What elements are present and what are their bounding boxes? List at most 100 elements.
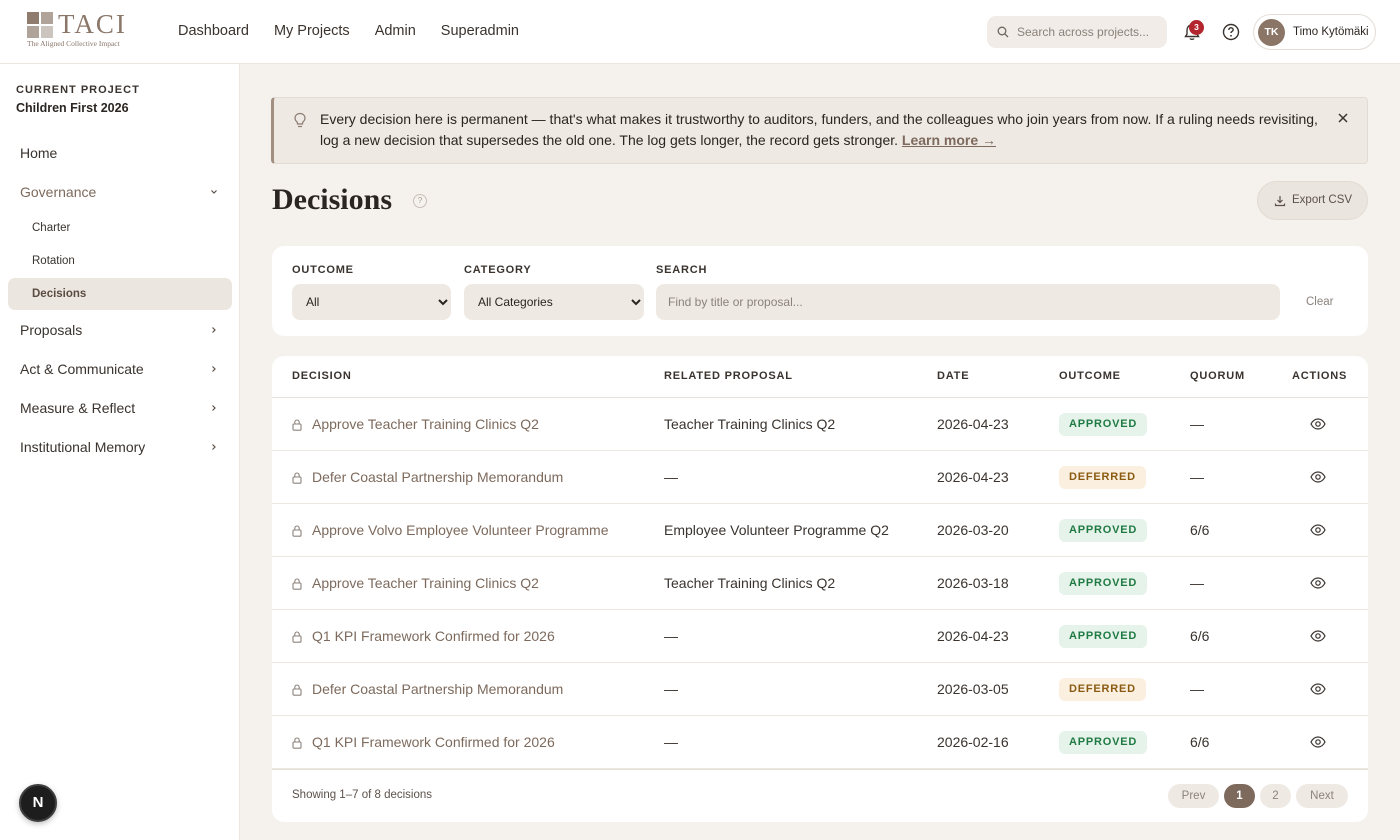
view-eye-icon[interactable] bbox=[1310, 683, 1326, 695]
decision-title-link[interactable]: Q1 KPI Framework Confirmed for 2026 bbox=[312, 734, 555, 750]
view-eye-icon[interactable] bbox=[1310, 471, 1326, 483]
chevron-right-icon[interactable] bbox=[210, 326, 218, 334]
lock-icon bbox=[292, 737, 302, 749]
col-header-actions: ACTIONS bbox=[1292, 370, 1348, 382]
col-header-outcome[interactable]: OUTCOME bbox=[1059, 370, 1121, 382]
taci-logo[interactable]: TACI The Aligned Collective Impact bbox=[27, 9, 137, 51]
outcome-badge: DEFERRED bbox=[1059, 466, 1146, 489]
view-eye-icon[interactable] bbox=[1310, 418, 1326, 430]
quorum-value: — bbox=[1190, 416, 1204, 432]
decision-title-link[interactable]: Q1 KPI Framework Confirmed for 2026 bbox=[312, 628, 555, 644]
decision-date: 2026-04-23 bbox=[937, 628, 1009, 644]
related-proposal: — bbox=[664, 734, 678, 750]
current-project-label: CURRENT PROJECT bbox=[16, 84, 140, 96]
sidebar-item-act-communicate[interactable]: Act & Communicate bbox=[20, 361, 144, 377]
outcome-badge: APPROVED bbox=[1059, 519, 1148, 542]
user-menu[interactable]: TK Timo Kytömäki bbox=[1253, 14, 1376, 50]
view-eye-icon[interactable] bbox=[1310, 736, 1326, 748]
nav-superadmin[interactable]: Superadmin bbox=[441, 23, 519, 39]
decision-title-link[interactable]: Defer Coastal Partnership Memorandum bbox=[312, 681, 563, 697]
col-header-date[interactable]: DATE bbox=[937, 370, 969, 382]
decision-search-input[interactable] bbox=[656, 284, 1280, 320]
col-header-related-proposal[interactable]: RELATED PROPOSAL bbox=[664, 370, 793, 382]
decision-title-link[interactable]: Approve Volvo Employee Volunteer Program… bbox=[312, 522, 609, 538]
outcome-badge: APPROVED bbox=[1059, 413, 1148, 436]
page-title: Decisions bbox=[272, 183, 392, 216]
nav-dashboard[interactable]: Dashboard bbox=[178, 23, 249, 39]
lock-icon bbox=[292, 525, 302, 537]
next-page-button[interactable]: Next bbox=[1296, 784, 1348, 808]
table-row[interactable]: Q1 KPI Framework Confirmed for 2026 — 2026… bbox=[272, 716, 1368, 769]
view-eye-icon[interactable] bbox=[1310, 524, 1326, 536]
sidebar-subitem-rotation[interactable]: Rotation bbox=[32, 255, 75, 267]
decision-title-link[interactable]: Defer Coastal Partnership Memorandum bbox=[312, 469, 563, 485]
banner-text: Every decision here is permanent — that'… bbox=[320, 111, 1318, 148]
help-icon[interactable] bbox=[1222, 23, 1240, 41]
decisions-table: DECISION RELATED PROPOSAL DATE OUTCOME Q… bbox=[272, 356, 1368, 822]
logo-wordmark: TACI bbox=[58, 9, 127, 39]
table-row[interactable]: Defer Coastal Partnership Memorandum — 202… bbox=[272, 451, 1368, 504]
download-icon bbox=[1274, 196, 1286, 207]
page-2-button[interactable]: 2 bbox=[1260, 784, 1291, 808]
close-icon[interactable] bbox=[1337, 112, 1349, 124]
chevron-right-icon[interactable] bbox=[210, 443, 218, 451]
table-row[interactable]: Approve Teacher Training Clinics Q2 Teach… bbox=[272, 557, 1368, 610]
category-filter-label: CATEGORY bbox=[464, 264, 532, 276]
decision-date: 2026-02-16 bbox=[937, 734, 1009, 750]
avatar: TK bbox=[1258, 19, 1285, 46]
results-count: Showing 1–7 of 8 decisions bbox=[292, 789, 433, 801]
outcome-filter-label: OUTCOME bbox=[292, 264, 354, 276]
sidebar: CURRENT PROJECT Children First 2026 Home… bbox=[0, 64, 240, 840]
table-row[interactable]: Approve Teacher Training Clinics Q2 Teach… bbox=[272, 398, 1368, 451]
table-row[interactable]: Q1 KPI Framework Confirmed for 2026 — 2026… bbox=[272, 610, 1368, 663]
chevron-right-icon[interactable] bbox=[210, 404, 218, 412]
prev-page-button[interactable]: Prev bbox=[1168, 784, 1219, 808]
quorum-value: — bbox=[1190, 575, 1204, 591]
global-search-input[interactable] bbox=[1017, 16, 1162, 48]
outcome-select[interactable]: All bbox=[292, 284, 451, 320]
outcome-badge: APPROVED bbox=[1059, 731, 1148, 754]
decision-title-link[interactable]: Approve Teacher Training Clinics Q2 bbox=[312, 575, 539, 591]
sidebar-subitem-decisions[interactable]: Decisions bbox=[32, 288, 86, 300]
nav-admin[interactable]: Admin bbox=[375, 23, 416, 39]
lock-icon bbox=[292, 631, 302, 643]
top-bar: TACI The Aligned Collective Impact Dashb… bbox=[0, 0, 1400, 64]
title-help-icon[interactable]: ? bbox=[413, 194, 427, 208]
table-row[interactable]: Approve Volvo Employee Volunteer Program… bbox=[272, 504, 1368, 557]
learn-more-link[interactable]: Learn more → bbox=[902, 132, 996, 148]
notification-badge: 3 bbox=[1189, 20, 1204, 35]
sidebar-item-measure-reflect[interactable]: Measure & Reflect bbox=[20, 400, 135, 416]
sidebar-item-home[interactable]: Home bbox=[20, 145, 57, 161]
decision-title-link[interactable]: Approve Teacher Training Clinics Q2 bbox=[312, 416, 539, 432]
info-banner: Every decision here is permanent — that'… bbox=[271, 97, 1368, 164]
sidebar-item-governance[interactable]: Governance bbox=[20, 184, 96, 200]
chevron-right-icon[interactable] bbox=[210, 365, 218, 373]
page-1-button[interactable]: 1 bbox=[1224, 784, 1255, 808]
sidebar-item-institutional-memory[interactable]: Institutional Memory bbox=[20, 439, 145, 455]
related-proposal: Employee Volunteer Programme Q2 bbox=[664, 522, 889, 538]
category-select[interactable]: All Categories bbox=[464, 284, 644, 320]
nav-my-projects[interactable]: My Projects bbox=[274, 23, 350, 39]
current-project-name: Children First 2026 bbox=[16, 101, 129, 115]
logo-mark-icon bbox=[27, 12, 53, 38]
view-eye-icon[interactable] bbox=[1310, 630, 1326, 642]
clear-filters-button[interactable]: Clear bbox=[1306, 296, 1333, 308]
sidebar-item-proposals[interactable]: Proposals bbox=[20, 322, 82, 338]
col-header-decision[interactable]: DECISION bbox=[292, 370, 352, 382]
table-row[interactable]: Defer Coastal Partnership Memorandum — 202… bbox=[272, 663, 1368, 716]
export-csv-button[interactable]: Export CSV bbox=[1257, 181, 1368, 220]
decision-date: 2026-03-18 bbox=[937, 575, 1009, 591]
related-proposal: — bbox=[664, 628, 678, 644]
dev-tools-button[interactable]: N bbox=[19, 784, 57, 822]
logo-tagline: The Aligned Collective Impact bbox=[27, 39, 120, 48]
view-eye-icon[interactable] bbox=[1310, 577, 1326, 589]
lock-icon bbox=[292, 472, 302, 484]
chevron-down-icon[interactable] bbox=[210, 188, 218, 196]
quorum-value: 6/6 bbox=[1190, 734, 1210, 750]
col-header-quorum[interactable]: QUORUM bbox=[1190, 370, 1245, 382]
outcome-badge: DEFERRED bbox=[1059, 678, 1146, 701]
export-csv-label: Export CSV bbox=[1292, 194, 1353, 206]
global-search bbox=[987, 16, 1167, 48]
lightbulb-icon bbox=[294, 112, 306, 128]
sidebar-subitem-charter[interactable]: Charter bbox=[32, 222, 70, 234]
